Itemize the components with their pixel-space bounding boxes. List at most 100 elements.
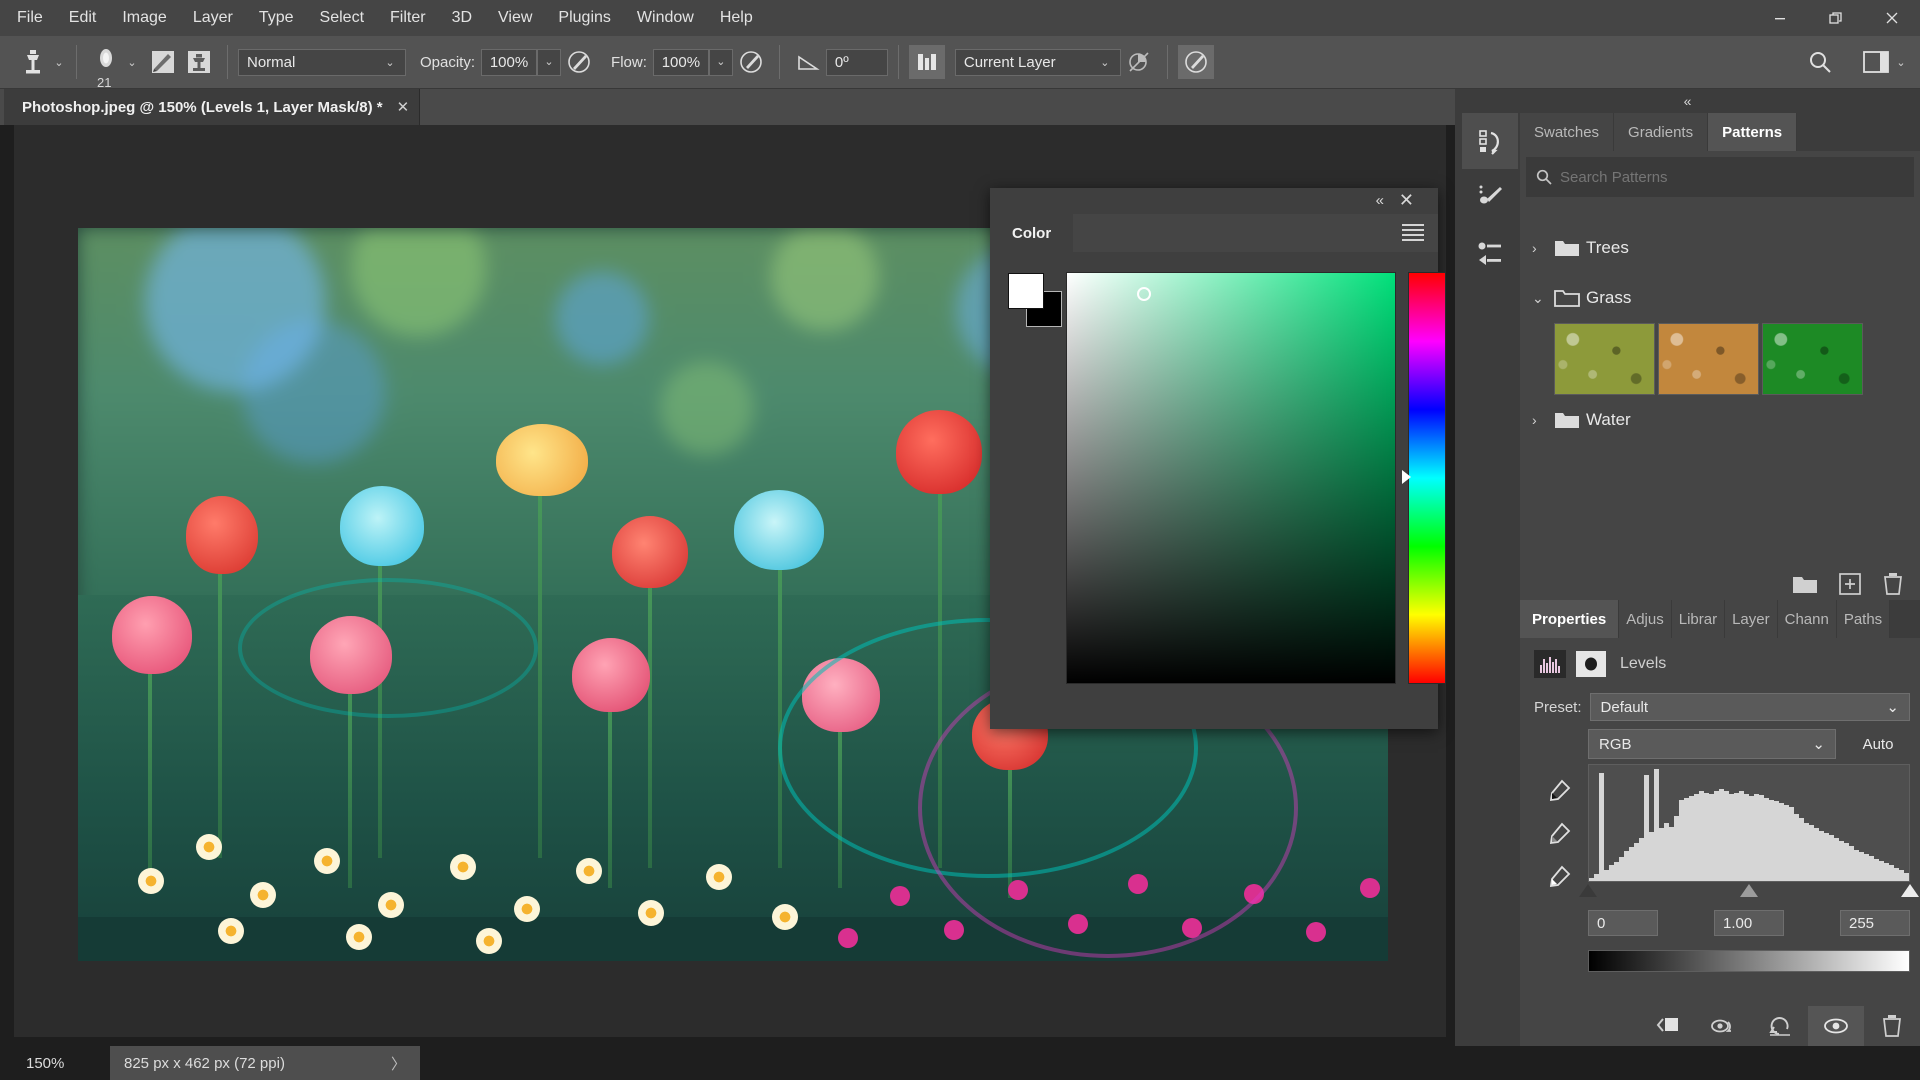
hue-strip[interactable] [1408, 272, 1446, 684]
workspace-switcher-icon[interactable] [1858, 45, 1894, 79]
active-tool-preset[interactable]: ⌄ [14, 45, 66, 79]
ignore-adjustment-layers-icon[interactable] [1121, 45, 1157, 79]
input-black-field[interactable]: 0 [1588, 910, 1658, 936]
tab-layer[interactable]: Layer [1725, 600, 1778, 638]
grass-pattern-green[interactable] [1762, 323, 1863, 395]
tab-paths[interactable]: Paths [1837, 600, 1890, 638]
foreground-color-swatch[interactable] [1008, 273, 1044, 309]
white-point-slider[interactable] [1901, 884, 1919, 897]
color-panel-titlebar[interactable]: « ✕ [990, 188, 1438, 214]
set-white-point-icon[interactable] [1546, 864, 1572, 890]
tab-color[interactable]: Color [990, 214, 1073, 252]
search-input[interactable] [1560, 169, 1904, 186]
layer-mask-thumbnail[interactable] [1576, 651, 1606, 677]
clone-source-icon[interactable] [181, 45, 217, 79]
search-icon[interactable] [1802, 45, 1838, 79]
tab-gradients[interactable]: Gradients [1614, 113, 1708, 151]
blend-mode-select[interactable]: Normal ⌄ [238, 49, 406, 76]
clip-to-layer-icon[interactable] [1640, 1006, 1696, 1046]
gamma-slider[interactable] [1740, 884, 1758, 897]
panel-menu-icon[interactable] [1402, 224, 1424, 244]
input-levels-sliders[interactable] [1588, 882, 1910, 904]
hue-marker[interactable] [1402, 470, 1411, 484]
collapse-icon[interactable]: « [1376, 192, 1384, 209]
grass-pattern-mossy[interactable] [1554, 323, 1655, 395]
picker-marker[interactable] [1137, 287, 1151, 301]
grass-pattern-dry[interactable] [1658, 323, 1759, 395]
status-arrow-icon[interactable]: 〉 [391, 1053, 406, 1074]
sample-select[interactable]: Current Layer ⌄ [955, 49, 1121, 76]
menu-item-plugins[interactable]: Plugins [545, 0, 623, 36]
delete-icon[interactable] [1882, 572, 1904, 596]
preset-select[interactable]: Default ⌄ [1590, 693, 1910, 721]
menu-item-window[interactable]: Window [624, 0, 707, 36]
menu-item-view[interactable]: View [485, 0, 545, 36]
delete-icon[interactable] [1864, 1006, 1920, 1046]
levels-histogram[interactable] [1588, 764, 1910, 882]
menu-item-3d[interactable]: 3D [439, 0, 485, 36]
chevron-down-icon[interactable]: ⌄ [1532, 290, 1554, 307]
new-pattern-icon[interactable] [1838, 572, 1862, 596]
minimize-button[interactable] [1752, 0, 1808, 36]
dock-collapse-button[interactable]: « [1455, 89, 1920, 113]
pattern-group-grass[interactable]: ⌄Grass [1520, 273, 1920, 323]
channel-select[interactable]: RGB ⌄ [1588, 729, 1836, 759]
tab-patterns[interactable]: Patterns [1708, 113, 1797, 151]
set-black-point-icon[interactable] [1546, 778, 1572, 804]
foreground-background-swatches[interactable] [1008, 273, 1060, 325]
pressure-for-size-icon[interactable] [1178, 45, 1214, 79]
input-white-field[interactable]: 255 [1840, 910, 1910, 936]
close-icon[interactable]: ✕ [1399, 190, 1414, 211]
tab-swatches[interactable]: Swatches [1520, 113, 1614, 151]
opacity-pressure-icon[interactable] [561, 45, 597, 79]
chevron-right-icon[interactable]: › [1532, 240, 1554, 256]
menu-item-filter[interactable]: Filter [377, 0, 439, 36]
menu-item-select[interactable]: Select [307, 0, 377, 36]
brush-settings-icon[interactable] [145, 45, 181, 79]
tab-chann[interactable]: Chann [1778, 600, 1837, 638]
toggle-clone-source-panel-icon[interactable] [909, 45, 945, 79]
airbrush-icon[interactable] [733, 45, 769, 79]
opacity-input[interactable]: 100% [481, 49, 537, 76]
pattern-group-water[interactable]: ›Water [1520, 395, 1920, 445]
brush-preset-picker[interactable]: 21 ⌄ [87, 45, 139, 79]
toggle-visibility-icon[interactable] [1808, 1006, 1864, 1046]
restore-button[interactable] [1808, 0, 1864, 36]
menu-item-type[interactable]: Type [246, 0, 307, 36]
reset-icon[interactable] [1752, 1006, 1808, 1046]
levels-adjustment-icon[interactable] [1534, 650, 1566, 678]
search-patterns-field[interactable] [1526, 157, 1914, 197]
color-panel[interactable]: « ✕ Color [990, 188, 1438, 729]
menu-item-edit[interactable]: Edit [56, 0, 110, 36]
zoom-level[interactable]: 150% [0, 1046, 110, 1080]
workspace-caret[interactable]: ⌄ [1894, 56, 1908, 69]
tool-preset-caret[interactable]: ⌄ [52, 56, 66, 69]
saturation-value-picker[interactable] [1066, 272, 1396, 684]
history-icon[interactable] [1462, 113, 1518, 169]
tab-librar[interactable]: Librar [1672, 600, 1725, 638]
close-button[interactable] [1864, 0, 1920, 36]
output-levels-ramp[interactable] [1588, 950, 1910, 972]
angle-input[interactable]: 0º [826, 49, 888, 76]
menu-item-file[interactable]: File [4, 0, 56, 36]
close-icon[interactable]: ✕ [397, 98, 410, 116]
brush-preset-caret[interactable]: ⌄ [125, 56, 139, 69]
flow-input[interactable]: 100% [653, 49, 709, 76]
menu-item-image[interactable]: Image [109, 0, 179, 36]
flow-stepper[interactable]: ⌄ [709, 49, 733, 76]
set-gray-point-icon[interactable] [1546, 821, 1572, 847]
chevron-right-icon[interactable]: › [1532, 412, 1554, 428]
opacity-stepper[interactable]: ⌄ [537, 49, 561, 76]
black-point-slider[interactable] [1579, 884, 1597, 897]
document-tab[interactable]: Photoshop.jpeg @ 150% (Levels 1, Layer M… [4, 89, 420, 125]
brushes-icon[interactable] [1462, 169, 1518, 225]
menu-item-layer[interactable]: Layer [180, 0, 246, 36]
brush-settings-icon[interactable] [1462, 225, 1518, 281]
new-group-icon[interactable] [1792, 573, 1818, 595]
document-size-readout[interactable]: 825 px x 462 px (72 ppi) 〉 [110, 1046, 420, 1080]
tab-adjus[interactable]: Adjus [1619, 600, 1672, 638]
input-gamma-field[interactable]: 1.00 [1714, 910, 1784, 936]
auto-button[interactable]: Auto [1846, 729, 1910, 759]
menu-item-help[interactable]: Help [707, 0, 766, 36]
pattern-group-trees[interactable]: ›Trees [1520, 223, 1920, 273]
